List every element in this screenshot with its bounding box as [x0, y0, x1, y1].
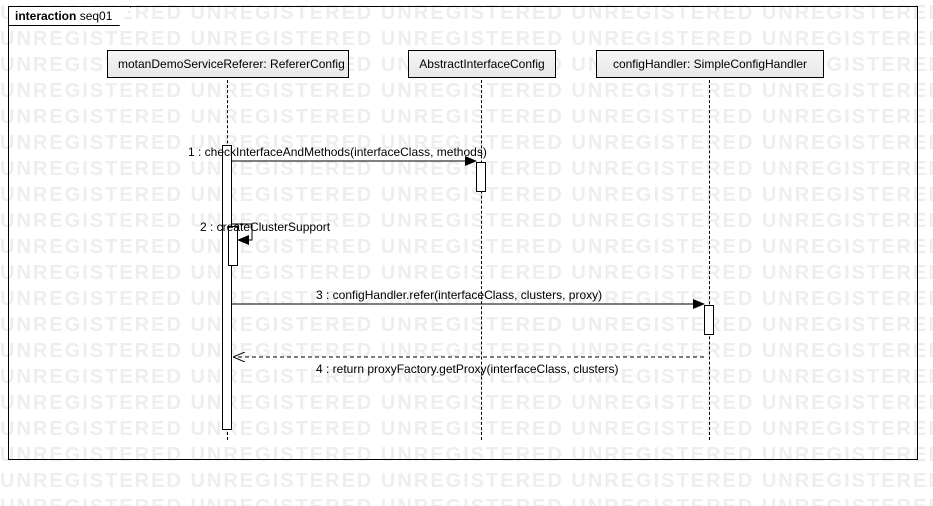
lifeline-label: configHandler: SimpleConfigHandler	[613, 57, 807, 71]
lifeline-dash	[709, 80, 710, 440]
frame-name: seq01	[80, 9, 113, 23]
lifeline-head-abstract: AbstractInterfaceConfig	[408, 50, 556, 78]
lifeline-label: motanDemoServiceReferer: RefererConfig	[118, 57, 345, 71]
lifeline-head-referer: motanDemoServiceReferer: RefererConfig	[107, 50, 349, 78]
activation-bar	[704, 305, 714, 335]
activation-bar	[222, 145, 232, 430]
message-label-3: 3 : configHandler.refer(interfaceClass, …	[316, 288, 602, 302]
activation-bar	[476, 162, 486, 192]
message-label-1: 1 : checkInterfaceAndMethods(interfaceCl…	[188, 145, 487, 159]
message-label-2: 2 : createClusterSupport	[200, 220, 330, 234]
message-label-4: 4 : return proxyFactory.getProxy(interfa…	[316, 362, 619, 376]
lifeline-dash	[481, 80, 482, 440]
lifeline-head-confighandler: configHandler: SimpleConfigHandler	[596, 50, 824, 78]
frame-tab: interaction seq01	[8, 6, 131, 26]
frame-kind: interaction	[15, 9, 76, 23]
lifeline-label: AbstractInterfaceConfig	[419, 57, 544, 71]
